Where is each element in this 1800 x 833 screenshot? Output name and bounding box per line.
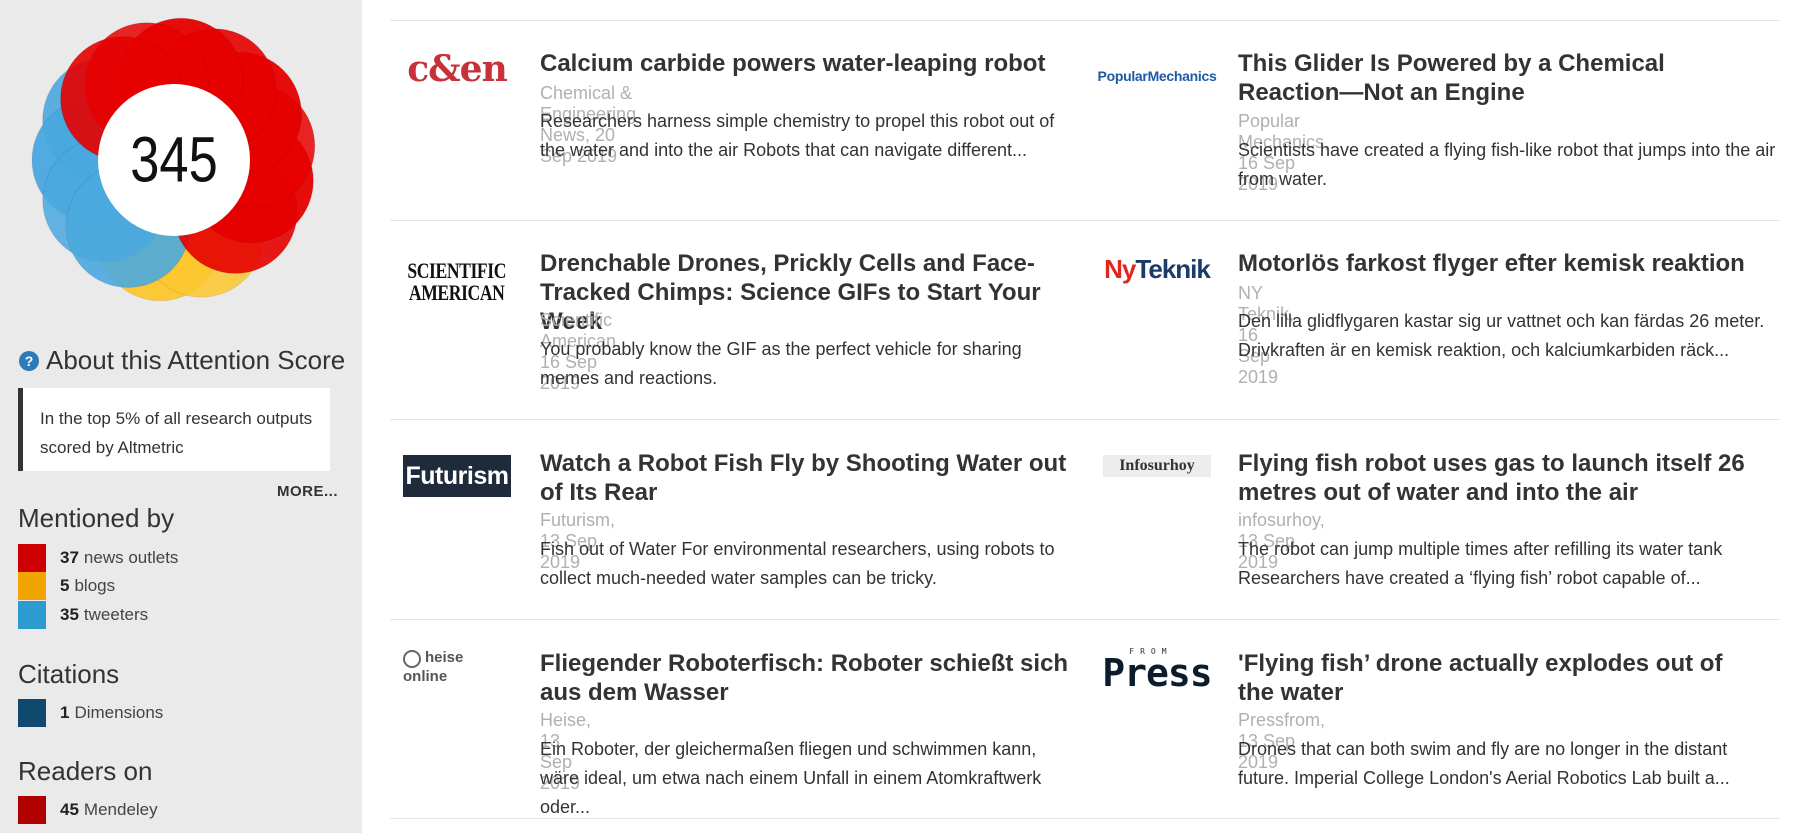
tweeters-swatch — [18, 601, 46, 629]
news-swatch — [18, 544, 46, 572]
divider — [390, 220, 1780, 221]
attention-score: 345 — [130, 124, 218, 195]
outlet-logo-scientific-american: SCIENTIFIC AMERICAN — [407, 258, 507, 305]
source-count: 1 — [60, 703, 70, 722]
source-tweeters[interactable]: 35 tweeters — [18, 601, 148, 629]
outlet-logo-nyteknik: NyTeknik — [1104, 253, 1211, 284]
news-snippet: You probably know the GIF as the perfect… — [540, 339, 1022, 388]
mentioned-by-heading: Mentioned by — [18, 503, 175, 533]
about-score-label: About this Attention Score — [46, 345, 346, 375]
outlet-logo-pressfrom: FROM Press — [1102, 647, 1212, 695]
outlet-logo-cen: c&en — [407, 48, 507, 90]
news-snippet: Scientists have created a flying fish-li… — [1238, 140, 1776, 189]
outlet-logo-futurism: Futurism — [403, 455, 511, 497]
news-snippet: Fish out of Water For environmental rese… — [540, 539, 1055, 588]
news-title[interactable]: Calcium carbide powers water-leaping rob… — [540, 49, 1080, 78]
news-snippet: The robot can jump multiple times after … — [1238, 539, 1723, 588]
heise-logo-icon — [403, 649, 421, 668]
more-link[interactable]: MORE... — [277, 483, 338, 500]
readers-heading: Readers on — [18, 756, 153, 786]
source-mendeley[interactable]: 45 Mendeley — [18, 796, 158, 824]
attention-sidebar: 345 ? About this Attention Score In the … — [0, 0, 362, 833]
news-title[interactable]: Watch a Robot Fish Fly by Shooting Water… — [540, 449, 1080, 507]
divider — [390, 619, 1780, 620]
source-count: 37 — [60, 548, 79, 567]
divider — [390, 419, 1780, 420]
source-count: 35 — [60, 605, 79, 624]
news-title[interactable]: Fliegender Roboterfisch: Roboter schießt… — [540, 649, 1080, 707]
source-label: tweeters — [83, 605, 149, 624]
dimensions-swatch — [18, 699, 46, 727]
news-title[interactable]: Motorlös farkost flyger efter kemisk rea… — [1238, 249, 1778, 278]
news-title[interactable]: Flying fish robot uses gas to launch its… — [1238, 449, 1758, 507]
source-news-outlets[interactable]: 37 news outlets — [18, 544, 178, 572]
source-label: blogs — [74, 576, 116, 595]
outlet-logo-heise: heise online — [403, 649, 464, 685]
news-snippet: Den lilla glidflygaren kastar sig ur vat… — [1238, 311, 1765, 360]
source-label: Mendeley — [83, 800, 158, 819]
altmetric-donut[interactable]: 345 — [16, 0, 333, 320]
divider — [390, 20, 1780, 21]
source-label: news outlets — [83, 548, 179, 567]
news-title[interactable]: This Glider Is Powered by a Chemical Rea… — [1238, 49, 1768, 107]
question-circle-icon: ? — [19, 350, 39, 371]
source-label: Dimensions — [74, 703, 164, 722]
mendeley-swatch — [18, 796, 46, 824]
citations-heading: Citations — [18, 659, 120, 689]
news-snippet: Drones that can both swim and fly are no… — [1238, 739, 1730, 788]
source-dimensions[interactable]: 1 Dimensions — [18, 699, 163, 727]
news-title[interactable]: 'Flying fish’ drone actually explodes ou… — [1238, 649, 1758, 707]
outlet-logo-infosurhoy: Infosurhoy — [1103, 455, 1211, 477]
news-snippet: Researchers harness simple chemistry to … — [540, 111, 1055, 160]
outlet-logo-popular-mechanics: PopularMechanics — [1097, 68, 1217, 84]
blogs-swatch — [18, 572, 46, 600]
source-blogs[interactable]: 5 blogs — [18, 572, 115, 600]
source-count: 5 — [60, 576, 70, 595]
news-snippet: Ein Roboter, der gleichermaßen fliegen u… — [540, 739, 1042, 817]
about-score-link[interactable]: ? About this Attention Score — [19, 345, 345, 376]
score-context-box: In the top 5% of all research outputs sc… — [18, 388, 330, 471]
source-count: 45 — [60, 800, 79, 819]
